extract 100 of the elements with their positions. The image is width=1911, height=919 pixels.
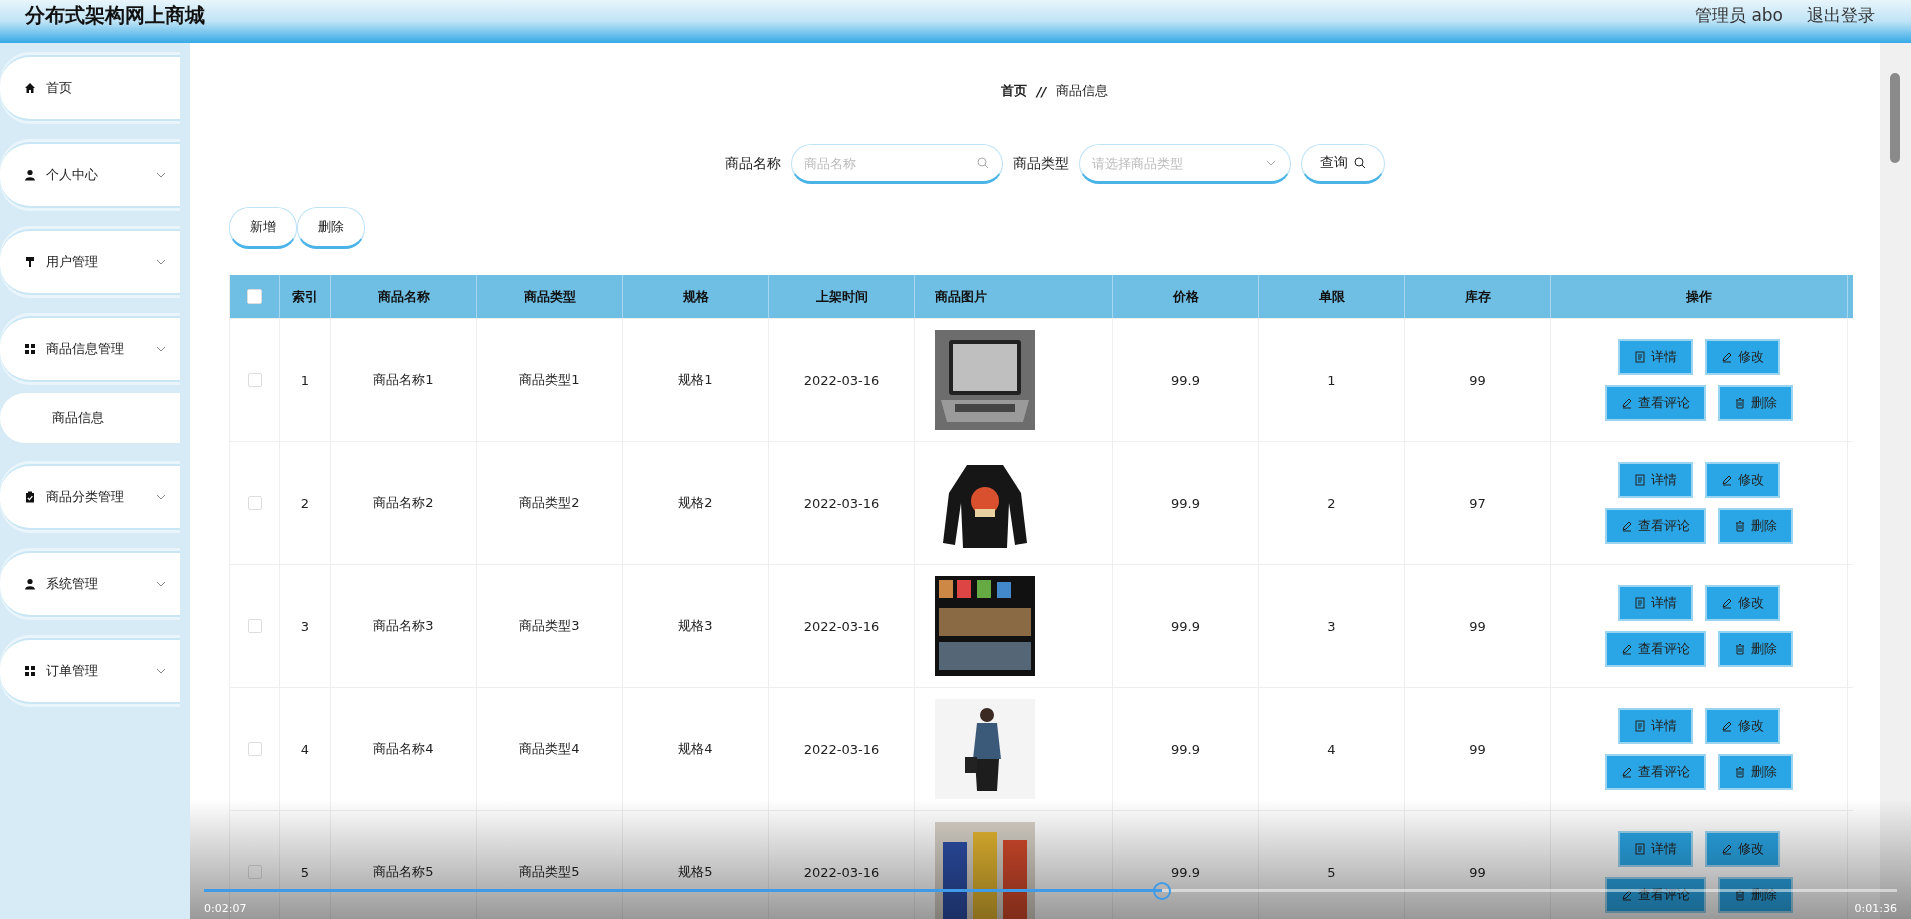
edit-button[interactable]: 修改 [1705, 585, 1780, 621]
sidebar-item[interactable]: 个人中心 [0, 142, 180, 208]
delete-button[interactable]: 删除 [1718, 385, 1793, 421]
chevron-icon [156, 581, 166, 587]
breadcrumb-item[interactable]: 首页 [1000, 82, 1027, 100]
details-button[interactable]: 详情 [1618, 585, 1693, 621]
pencil-icon [1721, 597, 1733, 609]
table-cell: 99 [1405, 811, 1551, 919]
row-checkbox[interactable] [247, 496, 262, 510]
table-cell: 99.9 [1113, 688, 1259, 810]
comments-button[interactable]: 查看评论 [1605, 754, 1706, 790]
person-icon [24, 578, 36, 590]
table-cell: 2 [1259, 442, 1405, 564]
row-checkbox[interactable] [247, 742, 262, 756]
sidebar-item[interactable]: 首页 [0, 55, 180, 121]
column-header: 商品类型 [477, 275, 623, 318]
details-button[interactable]: 详情 [1618, 831, 1693, 867]
table-cell: 规格4 [623, 688, 769, 810]
chevron-icon [1264, 160, 1277, 166]
chevron-icon [156, 259, 166, 265]
pencil-icon [1621, 766, 1633, 778]
logout-link[interactable]: 退出登录 [1807, 4, 1875, 27]
edit-button[interactable]: 修改 [1705, 708, 1780, 744]
comments-button[interactable]: 查看评论 [1605, 385, 1706, 421]
chevron-icon [156, 346, 166, 352]
sidebar-item[interactable]: 系统管理 [0, 551, 180, 617]
column-header: 操作 [1551, 275, 1848, 318]
select-field[interactable]: 请选择商品类型 [1078, 144, 1291, 184]
add-button[interactable]: 新增 [229, 207, 297, 249]
user-label: 管理员 abo [1695, 4, 1783, 27]
table-cell: 4 [280, 688, 331, 810]
delete-button[interactable]: 删除 [1718, 754, 1793, 790]
clipboard-icon [24, 491, 36, 503]
select-all-checkbox[interactable] [247, 289, 262, 304]
pencil-icon [1721, 351, 1733, 363]
document-icon [1634, 720, 1646, 732]
field-label: 商品名称 [724, 155, 781, 173]
breadcrumb-separator: // [1036, 83, 1047, 99]
sidebar-item[interactable]: 订单管理 [0, 638, 180, 704]
search-icon [1353, 157, 1366, 169]
delete-button[interactable]: 删除 [1718, 631, 1793, 667]
table-cell: 规格2 [623, 442, 769, 564]
table-cell: 规格3 [623, 565, 769, 687]
remaining-time: 0:01:36 [1854, 902, 1897, 915]
column-header: 规格 [623, 275, 769, 318]
table-cell: 商品类型2 [477, 442, 623, 564]
column-header: 库存 [1405, 275, 1551, 318]
table-cell: 4 [1259, 688, 1405, 810]
document-icon [1634, 474, 1646, 486]
edit-button[interactable]: 修改 [1705, 462, 1780, 498]
pencil-icon [1621, 889, 1633, 901]
column-header: 商品名称 [331, 275, 477, 318]
sidebar-subitem[interactable]: 商品信息 [0, 393, 180, 443]
row-checkbox[interactable] [247, 865, 262, 879]
table-cell: 5 [1259, 811, 1405, 919]
breadcrumb-item[interactable]: 商品信息 [1056, 82, 1109, 100]
progress-handle[interactable] [1153, 882, 1172, 900]
table-cell: 商品类型3 [477, 565, 623, 687]
comments-button[interactable]: 查看评论 [1605, 631, 1706, 667]
table-cell: 2022-03-16 [769, 442, 915, 564]
sidebar-item[interactable]: 商品分类管理 [0, 464, 180, 530]
table-cell: 2022-03-16 [769, 319, 915, 441]
pencil-icon [1621, 520, 1633, 532]
trash-icon [1734, 397, 1746, 409]
table-cell: 99.9 [1113, 565, 1259, 687]
table-cell: 1 [280, 319, 331, 441]
comments-button[interactable]: 查看评论 [1605, 508, 1706, 544]
row-checkbox[interactable] [247, 619, 262, 633]
edit-button[interactable]: 修改 [1705, 831, 1780, 867]
details-button[interactable]: 详情 [1618, 339, 1693, 375]
details-button[interactable]: 详情 [1618, 708, 1693, 744]
table-cell: 3 [1259, 565, 1405, 687]
delete-button[interactable]: 删除 [1718, 508, 1793, 544]
table-cell: 99.9 [1113, 442, 1259, 564]
site-title: 分布式架构网上商城 [25, 2, 205, 29]
row-checkbox[interactable] [247, 373, 262, 387]
grid-icon [24, 343, 36, 355]
column-header: 索引 [280, 275, 331, 318]
chevron-icon [156, 494, 166, 500]
pencil-icon [1621, 397, 1633, 409]
table-cell: 2022-03-16 [769, 565, 915, 687]
grid-icon [24, 665, 36, 677]
search-button[interactable]: 查询 [1300, 144, 1385, 184]
table-cell: 2022-03-16 [769, 688, 915, 810]
table-cell: 商品名称1 [331, 319, 477, 441]
trash-icon [1734, 766, 1746, 778]
details-button[interactable]: 详情 [1618, 462, 1693, 498]
column-header: 商品图片 [915, 275, 1113, 318]
table-cell: 99 [1405, 319, 1551, 441]
column-header: 价格 [1113, 275, 1259, 318]
edit-button[interactable]: 修改 [1705, 339, 1780, 375]
trash-icon [1734, 520, 1746, 532]
sidebar-item[interactable]: 商品信息管理 [0, 316, 180, 382]
trash-icon [1734, 643, 1746, 655]
trash-icon [1734, 889, 1746, 901]
search-field[interactable]: 商品名称 [790, 144, 1003, 184]
document-icon [1634, 597, 1646, 609]
sidebar-item[interactable]: 用户管理 [0, 229, 180, 295]
table-cell: 99 [1405, 565, 1551, 687]
delete-button[interactable]: 删除 [297, 207, 365, 249]
